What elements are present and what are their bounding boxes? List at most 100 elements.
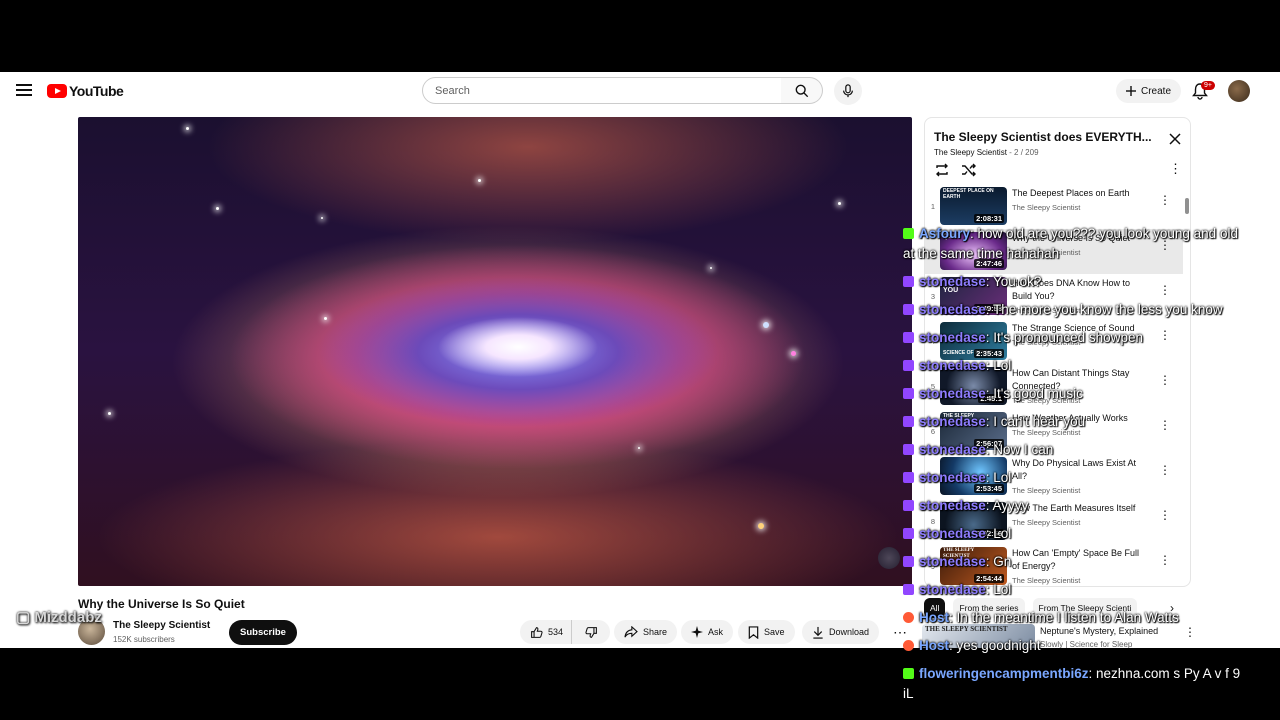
star — [108, 412, 111, 415]
item-menu-icon[interactable]: ⋮ — [1159, 239, 1171, 251]
account-avatar[interactable] — [1228, 80, 1250, 102]
item-title: How Can Distant Things Stay Connected? — [1012, 368, 1130, 391]
dislike-button[interactable] — [577, 620, 608, 644]
chat-message: iL — [903, 685, 914, 703]
playlist-menu-icon[interactable]: ⋮ — [1169, 162, 1182, 175]
chat-text: : nezhna.com s Py A v f 9 — [1088, 666, 1241, 681]
chip-from-series[interactable]: From the series — [953, 598, 1025, 618]
item-menu-icon[interactable]: ⋮ — [1159, 509, 1171, 521]
shuffle-icon[interactable] — [961, 163, 977, 177]
playlist-scrollbar[interactable] — [1185, 188, 1189, 584]
item-thumbnail: DEEPEST PLACE ON EARTH 2:08:31 — [940, 187, 1007, 225]
star — [324, 317, 327, 320]
item-menu-icon[interactable]: ⋮ — [1159, 374, 1171, 386]
thumb-text: QUIET — [943, 234, 962, 240]
thumb-text: DEEPEST PLACE ON EARTH — [943, 188, 994, 200]
item-duration: 2:56:07 — [974, 439, 1004, 448]
item-thumbnail: 3:02:56 — [940, 502, 1007, 540]
playlist-item[interactable]: 5 2:45:1 How Can Distant Things Stay Con… — [925, 364, 1183, 409]
item-title: How The Earth Measures Itself — [1012, 503, 1136, 513]
item-channel: The Sleepy Scientist — [1012, 486, 1081, 495]
item-number: 7 — [930, 472, 936, 481]
playlist-position: - 2 / 209 — [1009, 148, 1039, 157]
video-player[interactable] — [78, 117, 912, 586]
item-title: The Strange Science of Sound — [1012, 323, 1135, 333]
recommended-video[interactable]: THE SLEEPY SCIENTIST Neptune's Mystery, … — [922, 624, 1196, 648]
item-menu-icon[interactable]: ⋮ — [1159, 554, 1171, 566]
item-menu-icon[interactable]: ⋮ — [1159, 419, 1171, 431]
playlist-item[interactable]: 4 SCIENCE OF SOUND 2:35:43 The Strange S… — [925, 319, 1183, 364]
thumb-text: THE SLEEPY — [943, 413, 975, 419]
rec-thumb-text: THE SLEEPY SCIENTIST — [925, 625, 1008, 633]
item-menu-icon[interactable]: ⋮ — [1159, 194, 1171, 206]
playlist-item[interactable]: 3 YOU 2:49:58 How Does DNA Know How to B… — [925, 274, 1183, 319]
loop-icon[interactable] — [934, 163, 950, 177]
close-icon[interactable] — [1168, 132, 1182, 146]
voice-search-button[interactable] — [834, 77, 862, 105]
save-label: Save — [764, 627, 785, 637]
search-button[interactable] — [781, 77, 823, 104]
item-title: How Weather Actually Works — [1012, 413, 1128, 423]
search-input[interactable]: Search — [422, 77, 782, 104]
item-thumbnail: SCIENCE OF SOUND 2:35:43 — [940, 322, 1007, 360]
more-actions-icon[interactable]: ⋯ — [890, 622, 910, 642]
chat-text: iL — [903, 686, 914, 701]
item-channel: The Sleepy Scientist — [1012, 306, 1081, 315]
like-button[interactable]: 534 — [520, 620, 573, 644]
item-duration: 3:02:56 — [974, 529, 1004, 538]
notification-badge: 9+ — [1201, 81, 1215, 90]
item-duration: 2:45:1 — [978, 394, 1004, 403]
plus-icon — [1126, 86, 1136, 96]
ask-button[interactable]: Ask — [681, 620, 734, 644]
stream-stage: YouTube Search Create 9+ Why the Univers… — [0, 0, 1280, 720]
item-number: 8 — [930, 517, 936, 526]
playlist-meta: The Sleepy Scientist - 2 / 209 — [934, 148, 1039, 157]
playlist-title[interactable]: The Sleepy Scientist does EVERYTH... — [934, 130, 1154, 144]
sparkle-icon — [691, 626, 703, 638]
menu-icon[interactable] — [16, 82, 32, 98]
item-menu-icon[interactable]: ⋮ — [1159, 329, 1171, 341]
playlist-item[interactable]: 1 DEEPEST PLACE ON EARTH 2:08:31 The Dee… — [925, 184, 1183, 229]
create-button[interactable]: Create — [1116, 79, 1182, 103]
channel-watermark[interactable] — [878, 547, 900, 569]
item-title: How Can 'Empty' Space Be Full of Energy? — [1012, 548, 1139, 571]
playlist-item-current[interactable]: QUIET 2:47:46 Why the Universe Is So Qui… — [925, 229, 1183, 274]
chip-all[interactable]: All — [924, 598, 946, 618]
playlist-item[interactable]: 9 THE SLEEPY SCIENTIST 2:54:44 How Can '… — [925, 544, 1183, 586]
scrollbar-thumb[interactable] — [1185, 198, 1189, 214]
top-header: YouTube Search Create 9+ — [0, 72, 1280, 110]
item-channel: The Sleepy Scientist — [1012, 338, 1081, 347]
thumb-text: YOU — [943, 287, 959, 294]
item-menu-icon[interactable]: ⋮ — [1159, 284, 1171, 296]
save-button[interactable]: Save — [738, 620, 795, 644]
item-thumbnail: 2:45:1 — [940, 367, 1007, 405]
star — [321, 217, 323, 219]
playlist-item[interactable]: 6 THE SLEEPY 2:56:07 How Weather Actuall… — [925, 409, 1183, 454]
subscriber-count: 152K subscribers — [113, 635, 175, 644]
subscribe-button[interactable]: Subscribe — [229, 620, 297, 645]
chip-from-channel[interactable]: From The Sleepy Scienti — [1032, 598, 1138, 618]
youtube-logo[interactable]: YouTube — [47, 83, 124, 99]
share-label: Share — [643, 627, 668, 637]
channel-name[interactable]: The Sleepy Scientist — [113, 620, 210, 631]
streamer-name: ▢ Mizddabz — [16, 608, 102, 626]
item-thumbnail: THE SLEEPY SCIENTIST 2:54:44 — [940, 547, 1007, 585]
chevron-right-icon[interactable]: › — [1170, 601, 1174, 615]
download-button[interactable]: Download — [802, 620, 880, 644]
star — [838, 202, 841, 205]
thumbs-up-icon — [531, 626, 543, 638]
playlist-channel[interactable]: The Sleepy Scientist — [934, 148, 1007, 157]
item-menu-icon[interactable]: ⋮ — [1159, 464, 1171, 476]
star — [763, 322, 769, 328]
playlist-item[interactable]: 7 2:53:45 Why Do Physical Laws Exist At … — [925, 454, 1183, 499]
like-count: 534 — [548, 627, 564, 637]
item-duration: 2:08:31 — [974, 214, 1004, 223]
streamer-camera-icon: ▢ — [16, 609, 31, 626]
chat-user: floweringencampmentbi6z — [919, 666, 1089, 681]
share-button[interactable]: Share — [614, 620, 678, 644]
rec-subtitle: Slowly | Science for Sleep — [1040, 640, 1133, 648]
playlist-item[interactable]: 8 3:02:56 How The Earth Measures Itself … — [925, 499, 1183, 544]
rec-menu-icon[interactable]: ⋮ — [1184, 626, 1196, 638]
item-number: 6 — [930, 427, 936, 436]
item-channel: The Sleepy Scientist — [1012, 576, 1081, 585]
